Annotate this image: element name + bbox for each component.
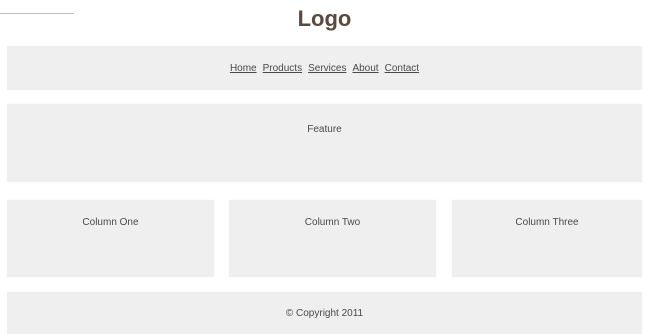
nav-link-contact[interactable]: Contact [385,63,419,74]
column-three-panel: Column Three [452,200,642,277]
column-two-panel: Column Two [229,200,436,277]
feature-label: Feature [307,124,342,135]
main-navigation: Home Products Services About Contact [7,46,642,90]
nav-link-products[interactable]: Products [263,63,302,74]
column-one-label: Column One [82,217,139,228]
nav-link-about[interactable]: About [352,63,378,74]
column-three-label: Column Three [515,217,579,228]
copyright-text: © Copyright 2011 [285,307,364,319]
nav-link-services[interactable]: Services [308,63,346,74]
column-two-label: Column Two [304,217,361,228]
footer-panel: © Copyright 2011 [7,292,642,334]
feature-panel: Feature [7,104,642,182]
site-logo[interactable]: Logo [0,4,649,34]
column-one-panel: Column One [7,200,214,277]
nav-link-home[interactable]: Home [230,63,257,74]
